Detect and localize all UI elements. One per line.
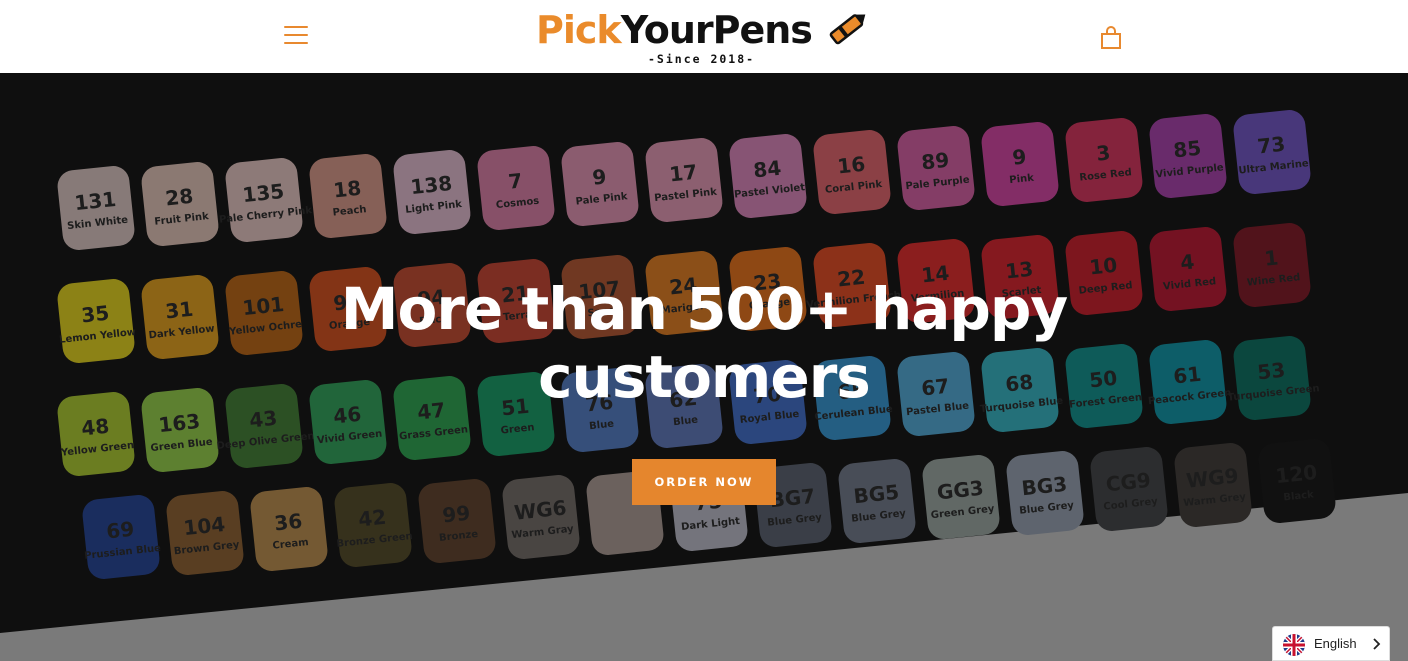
hero-banner: 131 Skin White 28 Fruit Pink 135 Pale Cherry …: [0, 73, 1408, 661]
order-now-button[interactable]: ORDER NOW: [632, 459, 776, 505]
chevron-right-icon: [1373, 638, 1381, 650]
shopping-bag-icon[interactable]: [1100, 26, 1122, 50]
site-logo[interactable]: PickYourPens -Since 2018-: [536, 6, 872, 68]
language-label: English: [1314, 636, 1357, 651]
hamburger-menu-icon[interactable]: [284, 26, 308, 46]
logo-wordmark: PickYourPens: [536, 6, 813, 54]
site-header: PickYourPens -Since 2018-: [0, 0, 1408, 73]
hero-headline: More than 500+ happy customers: [340, 275, 1068, 411]
logo-tagline: -Since 2018-: [648, 52, 756, 66]
logo-text-pick: Pick: [536, 8, 622, 52]
logo-text-yourpens: YourPens: [620, 8, 813, 52]
uk-flag-icon: [1283, 634, 1305, 656]
pen-icon: [829, 14, 866, 45]
language-selector[interactable]: English: [1272, 626, 1390, 661]
